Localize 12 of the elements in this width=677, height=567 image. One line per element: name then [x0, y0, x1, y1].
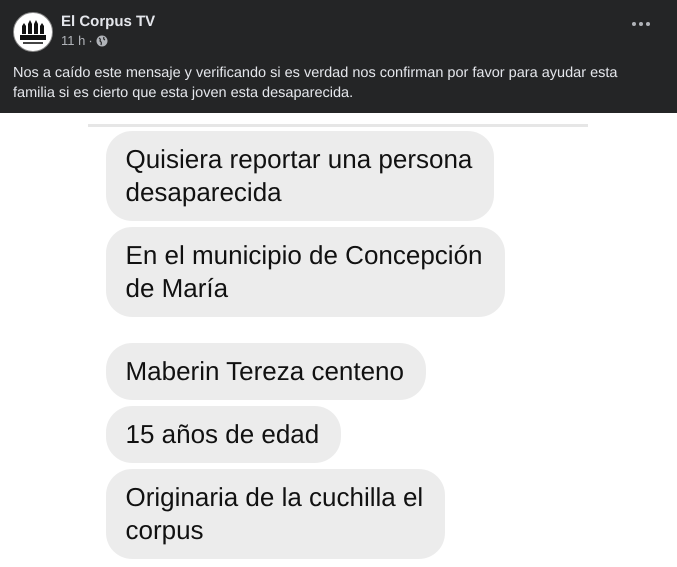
message-bubble: Maberin Tereza centeno [106, 343, 426, 400]
message-bubble: Quisiera reportar una persona desaparecida [106, 131, 494, 221]
message-bubble: 15 años de edad [106, 406, 342, 463]
post-caption: Nos a caído este mensaje y verificando si es verdad nos confirman por favor para ayudar esta familia si es cierto que esta joven esta desaparecida. [13, 64, 618, 103]
avatar-logo-icon[interactable] [13, 12, 53, 52]
globe-icon [96, 35, 108, 47]
more-options-icon [632, 22, 650, 26]
post-time[interactable]: 11 h [61, 32, 86, 50]
author-name[interactable]: El Corpus TV [61, 12, 156, 32]
message-bubble: En el municipio de Concepción de María [106, 227, 504, 317]
message-bubble: Originaria de la cuchilla el corpus [106, 469, 446, 559]
separator-dot: · [88, 32, 93, 50]
